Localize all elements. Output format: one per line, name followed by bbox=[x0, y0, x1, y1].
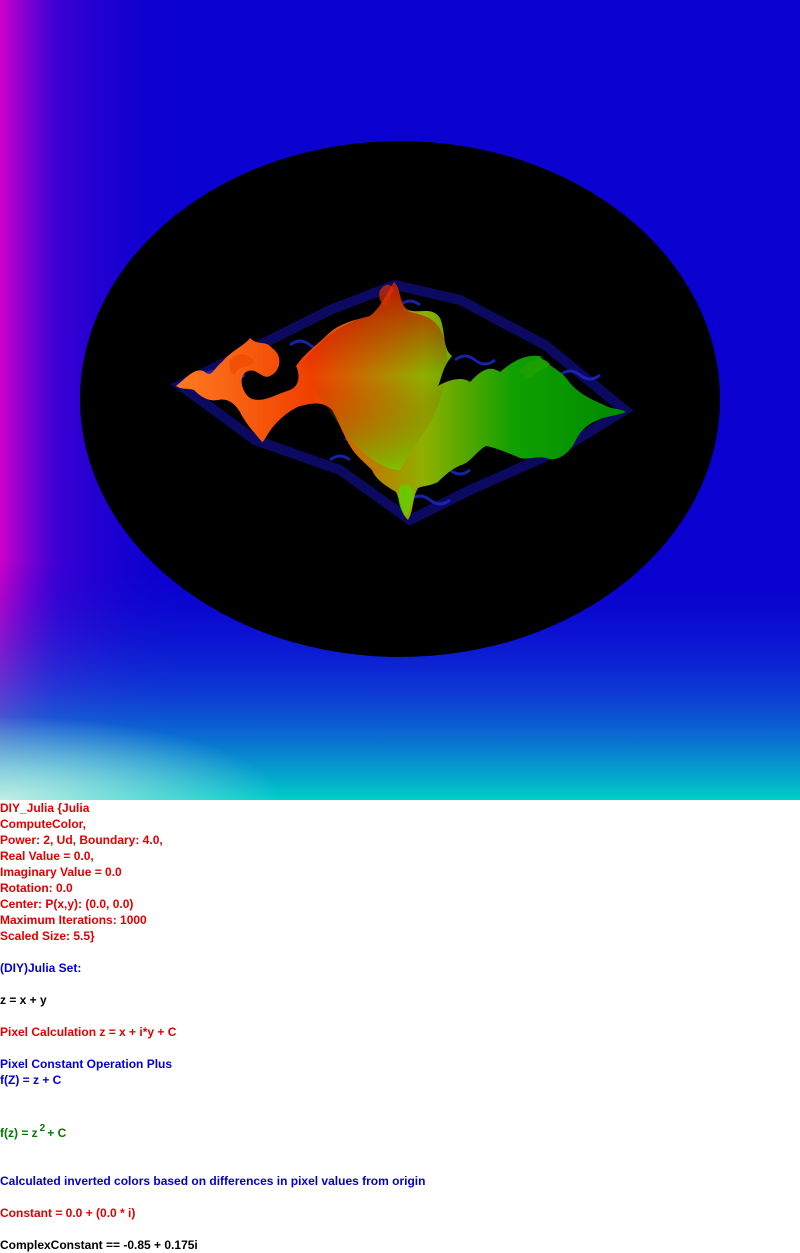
set-title: (DIY)Julia Set: bbox=[0, 961, 82, 975]
params-line-8: Maximum Iterations: 1000 bbox=[0, 913, 147, 927]
formula-exponent: 2 bbox=[39, 1123, 46, 1134]
z-definition: z = x + y bbox=[0, 993, 47, 1007]
formula-prefix: f(z) = z bbox=[0, 1126, 38, 1140]
params-line-4: Real Value = 0.0, bbox=[0, 849, 94, 863]
params-line-2: ComputeColor, bbox=[0, 817, 86, 831]
julia-formula: f(z) = z 2 + C bbox=[0, 1123, 800, 1141]
constant-line: Constant = 0.0 + (0.0 * i) bbox=[0, 1206, 136, 1220]
color-note: Calculated inverted colors based on diff… bbox=[0, 1174, 426, 1188]
params-line-5: Imaginary Value = 0.0 bbox=[0, 865, 122, 879]
pixel-calculation: Pixel Calculation z = x + i*y + C bbox=[0, 1025, 177, 1039]
complex-constant-line: ComplexConstant == -0.85 + 0.175i bbox=[0, 1238, 198, 1252]
params-line-9: Scaled Size: 5.5} bbox=[0, 929, 95, 943]
info-panel: DIY_Julia {Julia ComputeColor, Power: 2,… bbox=[0, 800, 800, 1253]
params-line-6: Rotation: 0.0 bbox=[0, 881, 73, 895]
formula-suffix: + C bbox=[47, 1126, 67, 1140]
fz-plus-formula: f(Z) = z + C bbox=[0, 1073, 62, 1087]
params-line-3: Power: 2, Ud, Boundary: 4.0, bbox=[0, 833, 163, 847]
params-line-1: DIY_Julia {Julia bbox=[0, 801, 90, 815]
fractal-image bbox=[0, 0, 800, 800]
pixel-constant-operation: Pixel Constant Operation Plus bbox=[0, 1057, 173, 1071]
fractal-canvas bbox=[0, 0, 800, 800]
params-line-7: Center: P(x,y): (0.0, 0.0) bbox=[0, 897, 134, 911]
